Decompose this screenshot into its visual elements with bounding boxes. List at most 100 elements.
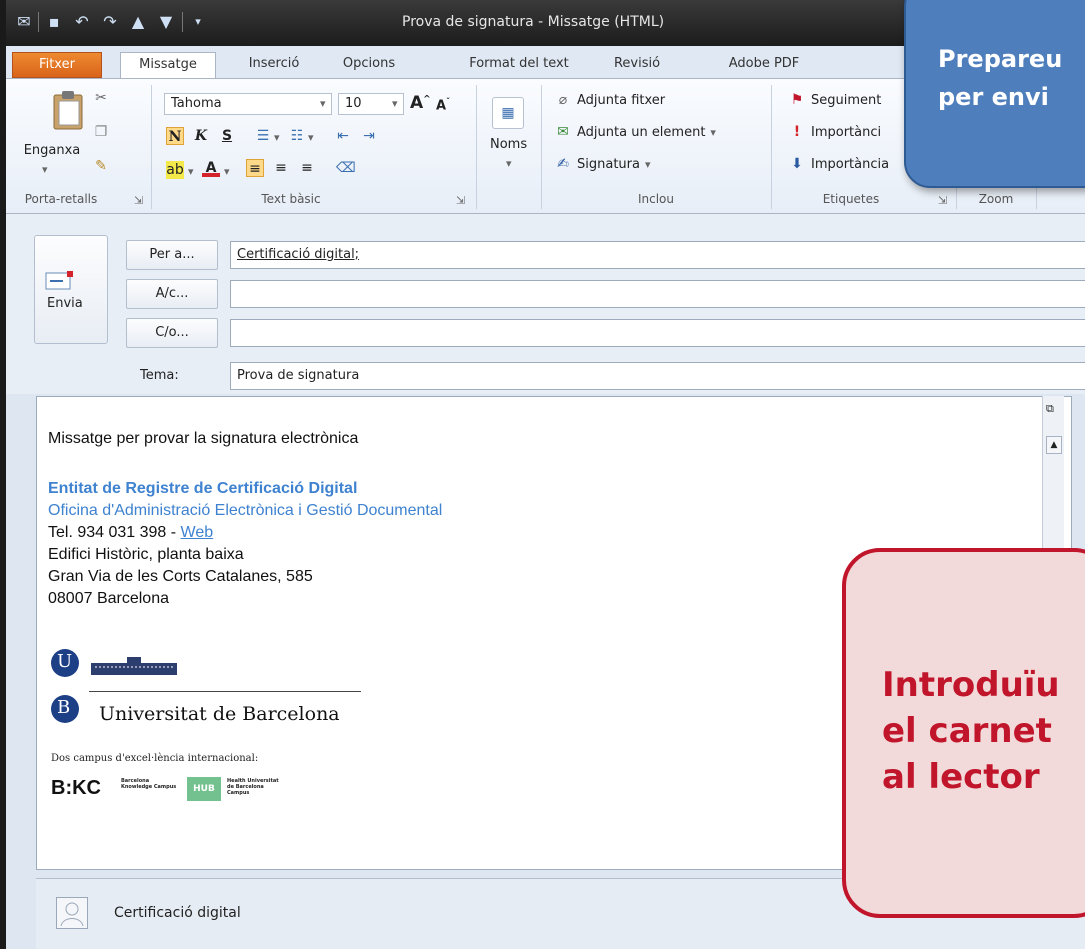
- bullets-icon[interactable]: ☰: [254, 127, 272, 145]
- font-color-dropdown-icon[interactable]: ▾: [224, 165, 230, 178]
- campus-line: Dos campus d'excel·lència internacional:: [51, 753, 259, 764]
- window-title: Prova de signatura - Missatge (HTML): [402, 14, 665, 30]
- cc-field[interactable]: [230, 280, 1085, 308]
- callout-prepare-line: per envi: [938, 83, 1049, 111]
- attach-file-label: Adjunta fitxer: [577, 92, 666, 108]
- increase-indent-icon[interactable]: ⇥: [360, 127, 378, 145]
- to-button[interactable]: Per a...: [126, 240, 218, 270]
- tab-revisio[interactable]: Revisió: [602, 52, 672, 78]
- logo-letter-b: B: [57, 697, 71, 718]
- tab-fitxer[interactable]: Fitxer: [12, 52, 102, 78]
- previous-item-icon[interactable]: ▲: [128, 12, 148, 32]
- align-right-icon[interactable]: ≡: [298, 159, 316, 177]
- university-name: Universitat de Barcelona: [99, 703, 340, 725]
- underline-button[interactable]: S: [218, 127, 236, 145]
- group-separator: [151, 85, 152, 209]
- importance-low-button[interactable]: ⬇ Importància: [788, 155, 889, 173]
- numbering-icon[interactable]: ☷: [288, 127, 306, 145]
- highlight-icon[interactable]: ab: [166, 161, 184, 179]
- signature-icon: ✍: [557, 156, 569, 172]
- next-item-icon[interactable]: ▼: [156, 12, 176, 32]
- paste-dropdown-icon[interactable]: ▾: [42, 163, 48, 176]
- importance-high-label: Importànci: [811, 124, 882, 140]
- send-label: Envia: [47, 296, 83, 311]
- signature-label: Signatura: [577, 156, 640, 172]
- address-book-button[interactable]: ▦: [492, 97, 524, 129]
- callout-prepare-line: Prepareu: [938, 45, 1063, 73]
- group-separator: [476, 85, 477, 209]
- redo-icon[interactable]: ↷: [100, 12, 120, 32]
- app-menu-icon[interactable]: ✉: [14, 12, 34, 32]
- bkc-logo: B:KC: [51, 777, 101, 799]
- scroll-up-icon[interactable]: ▲: [1046, 436, 1062, 454]
- tab-format-text[interactable]: Format del text: [456, 52, 582, 78]
- tags-launcher-icon[interactable]: ⇲: [938, 194, 947, 207]
- group-separator: [771, 85, 772, 209]
- bcc-field[interactable]: [230, 319, 1085, 347]
- cc-button[interactable]: A/c...: [126, 279, 218, 309]
- signature-title: Entitat de Registre de Certificació Digi…: [48, 480, 358, 497]
- dock-icon[interactable]: ⧉: [1046, 402, 1054, 416]
- send-button[interactable]: Envia: [34, 235, 108, 344]
- person-icon: [60, 902, 84, 927]
- copy-icon[interactable]: ❐: [92, 123, 110, 141]
- send-envelope-icon: [45, 271, 73, 290]
- bcc-button[interactable]: C/o...: [126, 318, 218, 348]
- followup-button[interactable]: ⚑ Seguiment: [788, 91, 882, 109]
- message-header: Envia Per a... A/c... C/o... Certificaci…: [6, 214, 1085, 394]
- down-arrow-icon: ⬇: [791, 156, 803, 172]
- align-left-icon[interactable]: ≡: [246, 159, 264, 177]
- subject-field[interactable]: Prova de signatura: [230, 362, 1085, 390]
- italic-button[interactable]: K: [192, 127, 210, 145]
- attach-item-dropdown-icon: ▾: [710, 125, 716, 139]
- align-center-icon[interactable]: ≡: [272, 159, 290, 177]
- format-painter-icon[interactable]: ✎: [92, 157, 110, 175]
- avatar[interactable]: [56, 897, 88, 929]
- paste-button[interactable]: [42, 87, 94, 133]
- bold-button[interactable]: N: [166, 127, 184, 145]
- save-icon[interactable]: ▪: [44, 12, 64, 32]
- grow-font-icon[interactable]: A^: [410, 93, 431, 113]
- tab-missatge[interactable]: Missatge: [120, 52, 216, 79]
- callout-line: Introduïu: [882, 665, 1060, 705]
- highlight-dropdown-icon[interactable]: ▾: [188, 165, 194, 178]
- paperclip-icon: ⌀: [558, 92, 568, 108]
- decrease-indent-icon[interactable]: ⇤: [334, 127, 352, 145]
- tab-insercio[interactable]: Inserció: [234, 52, 314, 78]
- clear-format-icon[interactable]: ⌫: [336, 159, 356, 177]
- exclamation-icon: !: [793, 124, 801, 140]
- attach-file-button[interactable]: ⌀ Adjunta fitxer: [554, 91, 665, 109]
- building-icon: [91, 657, 177, 675]
- signature-button[interactable]: ✍ Signatura ▾: [554, 155, 651, 173]
- to-field[interactable]: Certificació digital;: [230, 241, 1085, 269]
- attach-item-button[interactable]: ✉ Adjunta un element ▾: [554, 123, 716, 141]
- importance-high-button[interactable]: ! Importànci: [788, 123, 881, 141]
- callout-insert-card: Introduïu el carnet al lector: [842, 548, 1085, 918]
- qa-separator: [182, 12, 183, 32]
- paste-label[interactable]: Enganxa: [14, 143, 90, 158]
- basic-text-launcher-icon[interactable]: ⇲: [456, 194, 465, 207]
- font-size-dropdown-icon[interactable]: ▾: [392, 97, 398, 110]
- people-name[interactable]: Certificació digital: [114, 905, 241, 921]
- phone-text: Tel. 934 031 398 -: [48, 524, 181, 541]
- tab-opcions[interactable]: Opcions: [326, 52, 412, 78]
- font-name-select[interactable]: Tahoma: [164, 93, 332, 115]
- web-link[interactable]: Web: [181, 524, 214, 541]
- callout-line: al lector: [882, 757, 1040, 797]
- importance-low-label: Importància: [811, 156, 890, 172]
- names-label[interactable]: Noms: [490, 137, 527, 152]
- bullets-dropdown-icon[interactable]: ▾: [274, 131, 280, 144]
- clipboard-launcher-icon[interactable]: ⇲: [134, 194, 143, 207]
- tab-adobe-pdf[interactable]: Adobe PDF: [716, 52, 812, 78]
- customize-toolbar-icon[interactable]: ▾: [188, 12, 208, 32]
- numbering-dropdown-icon[interactable]: ▾: [308, 131, 314, 144]
- undo-icon[interactable]: ↶: [72, 12, 92, 32]
- signature-dropdown-icon: ▾: [644, 157, 651, 171]
- shrink-font-icon[interactable]: Aˇ: [436, 97, 450, 113]
- font-color-icon[interactable]: A: [202, 159, 220, 177]
- logo-letter-u: U: [57, 651, 73, 672]
- font-name-dropdown-icon[interactable]: ▾: [320, 97, 326, 110]
- names-dropdown-icon[interactable]: ▾: [506, 157, 512, 170]
- cut-icon[interactable]: ✂: [92, 89, 110, 107]
- address-line: 08007 Barcelona: [48, 590, 169, 607]
